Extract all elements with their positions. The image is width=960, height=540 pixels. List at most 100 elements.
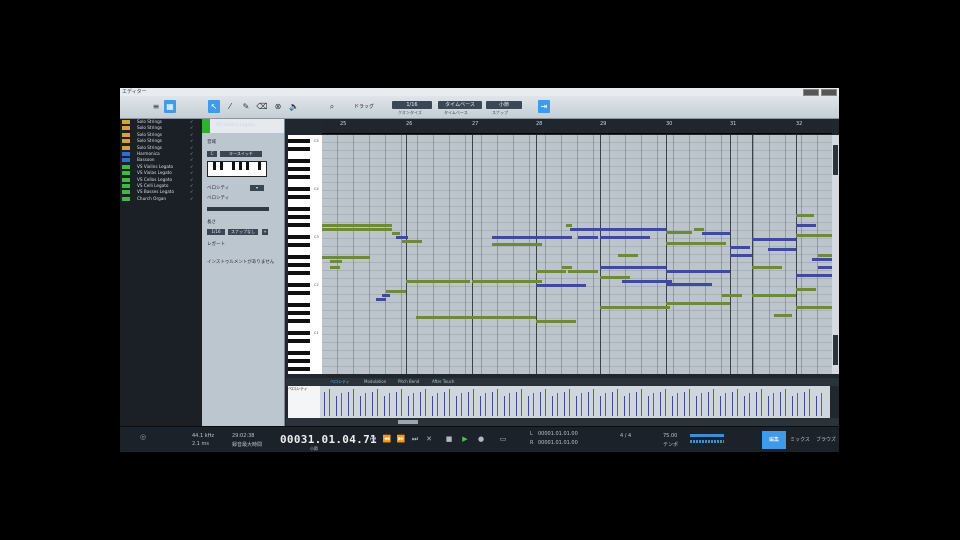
- display-mode-dropdown[interactable]: ドラッグ: [346, 100, 382, 114]
- velocity-bar[interactable]: [461, 393, 462, 416]
- midi-note[interactable]: [818, 266, 832, 269]
- search-icon[interactable]: ⌕: [326, 100, 338, 113]
- rewind-icon[interactable]: ⏪: [382, 435, 392, 444]
- midi-note[interactable]: [752, 266, 782, 269]
- velocity-bar[interactable]: [653, 393, 654, 416]
- black-key[interactable]: [288, 311, 310, 315]
- midi-note[interactable]: [568, 270, 598, 273]
- loop-end-position[interactable]: 00001.01.01.00: [538, 440, 578, 446]
- velocity-bar[interactable]: [804, 392, 805, 416]
- range-tool-icon[interactable]: ⁄: [224, 100, 236, 113]
- midi-note[interactable]: [694, 228, 704, 231]
- black-key[interactable]: [288, 367, 310, 371]
- velocity-bar[interactable]: [725, 393, 726, 416]
- velocity-bar[interactable]: [552, 396, 553, 416]
- snap-select[interactable]: 小節: [486, 101, 522, 109]
- velocity-bar[interactable]: [809, 389, 810, 416]
- midi-note[interactable]: [492, 236, 572, 239]
- velocity-bar[interactable]: [456, 396, 457, 416]
- midi-note[interactable]: [752, 238, 796, 241]
- length-plus-button[interactable]: +: [262, 229, 268, 235]
- velocity-bar[interactable]: [605, 393, 606, 416]
- velocity-bar[interactable]: [360, 396, 361, 416]
- velocity-bar[interactable]: [521, 389, 522, 416]
- track-row[interactable]: Church Organ ✓: [120, 196, 202, 202]
- midi-note[interactable]: [622, 280, 672, 283]
- midi-note[interactable]: [322, 224, 392, 227]
- velocity-bar[interactable]: [533, 393, 534, 416]
- velocity-bar[interactable]: [761, 389, 762, 416]
- black-key[interactable]: [288, 331, 310, 335]
- velocity-bar[interactable]: [504, 396, 505, 416]
- midi-note[interactable]: [492, 243, 542, 246]
- velocity-bar[interactable]: [641, 389, 642, 416]
- midi-note[interactable]: [768, 248, 796, 251]
- velocity-bar[interactable]: [713, 389, 714, 416]
- scroll-thumb[interactable]: [398, 420, 418, 424]
- velocity-bar[interactable]: [708, 392, 709, 416]
- velocity-bar[interactable]: [648, 396, 649, 416]
- velocity-bar[interactable]: [420, 392, 421, 416]
- midi-note[interactable]: [382, 294, 390, 297]
- checkmark-icon[interactable]: ✓: [190, 196, 194, 202]
- black-key[interactable]: [288, 351, 310, 355]
- midi-note[interactable]: [536, 270, 566, 273]
- mute-tool-icon[interactable]: ⊗: [272, 100, 284, 113]
- midi-note[interactable]: [386, 290, 406, 293]
- midi-note[interactable]: [566, 224, 572, 227]
- velocity-bar[interactable]: [485, 393, 486, 416]
- velocity-bar[interactable]: [797, 393, 798, 416]
- midi-note[interactable]: [702, 232, 730, 235]
- velocity-bar[interactable]: [528, 396, 529, 416]
- lane-tab[interactable]: After Touch: [432, 379, 454, 384]
- length-button-b[interactable]: スナップなし: [228, 229, 258, 235]
- midi-note[interactable]: [752, 294, 796, 297]
- time-signature[interactable]: 4 / 4: [620, 433, 631, 439]
- velocity-bar[interactable]: [732, 392, 733, 416]
- octave-button[interactable]: C: [207, 151, 217, 157]
- velocity-bar[interactable]: [720, 396, 721, 416]
- velocity-bar[interactable]: [600, 396, 601, 416]
- velocity-bar[interactable]: [672, 396, 673, 416]
- velocity-bar[interactable]: [492, 392, 493, 416]
- midi-note[interactable]: [322, 256, 340, 259]
- velocity-bar[interactable]: [377, 389, 378, 416]
- black-key[interactable]: [288, 243, 310, 247]
- black-key[interactable]: [288, 175, 310, 179]
- velocity-bar[interactable]: [593, 389, 594, 416]
- black-key[interactable]: [288, 303, 310, 307]
- midi-note[interactable]: [666, 242, 726, 245]
- auto-scroll-icon[interactable]: ⇥: [538, 100, 550, 113]
- midi-note[interactable]: [342, 228, 392, 231]
- black-key[interactable]: [288, 235, 310, 239]
- velocity-bar[interactable]: [629, 393, 630, 416]
- arrow-tool-icon[interactable]: ↖: [208, 100, 220, 113]
- black-key[interactable]: [288, 147, 310, 151]
- midi-note[interactable]: [416, 316, 472, 319]
- velocity-bar[interactable]: [425, 389, 426, 416]
- velocity-bar[interactable]: [576, 396, 577, 416]
- black-key[interactable]: [288, 195, 310, 199]
- black-key[interactable]: [288, 263, 310, 267]
- edit-mode-button[interactable]: 編集: [762, 431, 786, 449]
- velocity-bar[interactable]: [473, 389, 474, 416]
- loop-icon[interactable]: ✕: [424, 435, 434, 444]
- midi-note[interactable]: [730, 254, 752, 257]
- midi-note[interactable]: [578, 236, 598, 239]
- velocity-select[interactable]: ▾: [250, 185, 264, 191]
- mix-mode-button[interactable]: ミックス: [788, 431, 812, 449]
- midi-note[interactable]: [774, 314, 792, 317]
- velocity-bar[interactable]: [737, 389, 738, 416]
- velocity-bar[interactable]: [341, 393, 342, 416]
- timeline-ruler[interactable]: 25 26 27 28 29 30 31 32: [322, 119, 832, 134]
- velocity-bar[interactable]: [516, 392, 517, 416]
- velocity-bar[interactable]: [588, 392, 589, 416]
- pencil-tool-icon[interactable]: ✎: [240, 100, 252, 113]
- go-to-end-icon[interactable]: ⏭: [410, 435, 420, 444]
- midi-note[interactable]: [536, 320, 576, 323]
- velocity-bar[interactable]: [372, 392, 373, 416]
- velocity-bar[interactable]: [756, 392, 757, 416]
- midi-note[interactable]: [600, 306, 670, 309]
- midi-note[interactable]: [396, 236, 408, 239]
- velocity-bar[interactable]: [821, 393, 822, 416]
